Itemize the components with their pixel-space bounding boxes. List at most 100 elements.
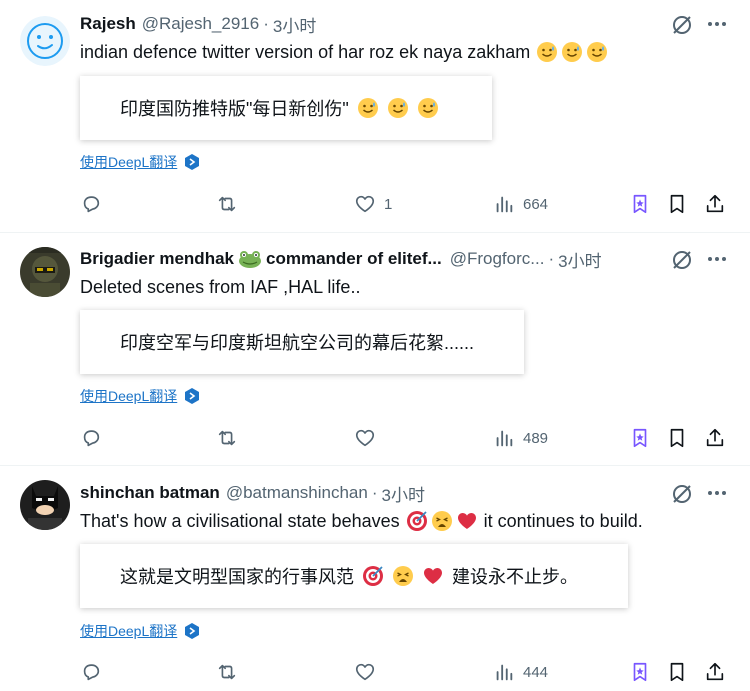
grok-icon[interactable]	[670, 13, 694, 37]
like-button[interactable]: 1	[354, 192, 392, 216]
heart-icon	[355, 663, 375, 681]
deepl-translate-link[interactable]: 使用DeepL翻译	[80, 152, 201, 172]
retweet-icon	[218, 664, 236, 680]
tweet-header: shinchan batman @batmanshinchan · 3小时	[80, 481, 680, 505]
dart-target-emoji-icon	[363, 566, 383, 586]
deepl-badge-icon	[185, 388, 200, 404]
avatar[interactable]	[20, 16, 70, 66]
retweet-button[interactable]	[216, 426, 246, 450]
dart-target-emoji-icon	[406, 511, 427, 531]
bookmark-icon	[670, 194, 684, 214]
bookmark-button[interactable]	[666, 660, 688, 684]
heart-icon	[355, 195, 375, 213]
retweet-button[interactable]	[216, 660, 246, 684]
views-button[interactable]: 489	[493, 426, 548, 450]
sweat-smile-emoji-icon	[587, 42, 608, 62]
grok-bookmark-icon	[633, 428, 647, 448]
like-count: 1	[384, 195, 393, 213]
share-button[interactable]	[704, 426, 726, 450]
red-heart-emoji-icon	[424, 568, 442, 584]
like-button[interactable]	[354, 660, 384, 684]
reply-icon	[83, 430, 100, 447]
retweet-icon	[218, 196, 236, 212]
sweat-smile-emoji-icon	[387, 98, 408, 118]
views-button[interactable]: 664	[493, 192, 548, 216]
deepl-label[interactable]: 使用DeepL翻译	[80, 386, 177, 406]
tweet-text-after: it continues to build.	[483, 511, 643, 531]
deepl-translate-link[interactable]: 使用DeepL翻译	[80, 386, 201, 406]
deepl-label[interactable]: 使用DeepL翻译	[80, 152, 177, 172]
translation-box: 印度空军与印度斯坦航空公司的幕后花絮......	[80, 310, 524, 374]
views-button[interactable]: 444	[493, 660, 548, 684]
sweat-smile-emoji-icon	[357, 98, 378, 118]
translation-text-before: 这就是文明型国家的行事风范	[120, 567, 354, 587]
action-bar: 1 664	[80, 192, 732, 216]
weary-face-emoji-icon	[393, 566, 413, 586]
frog-emoji-icon	[239, 251, 261, 268]
grok-icon[interactable]	[670, 482, 694, 506]
separator-dot: ·	[263, 14, 269, 33]
views-count: 664	[523, 195, 549, 213]
red-heart-emoji-icon	[457, 513, 476, 529]
grok-analyze-button[interactable]	[629, 660, 651, 684]
translation-box: 印度国防推特版"每日新创伤"	[80, 76, 492, 140]
tweet-text-content: Deleted scenes from IAF ,HAL life..	[80, 277, 361, 297]
sweat-smile-emoji-icon	[562, 42, 583, 62]
share-button[interactable]	[704, 192, 726, 216]
display-name[interactable]: shinchan batman	[80, 483, 220, 503]
translation-text: 印度空军与印度斯坦航空公司的幕后花絮......	[120, 333, 475, 353]
share-icon	[706, 194, 724, 213]
views-chart-icon	[496, 196, 513, 213]
separator-dot: ·	[548, 249, 555, 268]
tweet[interactable]: shinchan batman @batmanshinchan · 3小时 Th…	[0, 466, 750, 691]
reply-button[interactable]	[80, 192, 110, 216]
more-options-icon[interactable]	[706, 248, 728, 270]
bookmark-button[interactable]	[666, 426, 688, 450]
deepl-label[interactable]: 使用DeepL翻译	[80, 621, 177, 641]
deepl-translate-link[interactable]: 使用DeepL翻译	[80, 621, 201, 641]
share-icon	[706, 662, 724, 681]
tweet[interactable]: Rajesh @Rajesh_2916 · 3小时 indian defence…	[0, 0, 750, 232]
grok-analyze-button[interactable]	[629, 192, 651, 216]
retweet-button[interactable]	[216, 192, 246, 216]
action-bar: 444	[80, 660, 732, 684]
deepl-badge-icon	[185, 154, 200, 170]
sweat-smile-emoji-icon	[537, 42, 558, 62]
timestamp[interactable]: 3小时	[273, 12, 316, 36]
more-options-icon[interactable]	[706, 13, 728, 35]
reply-icon	[83, 196, 100, 213]
bookmark-icon	[670, 428, 684, 448]
grok-bookmark-icon	[633, 194, 647, 214]
grok-analyze-button[interactable]	[629, 426, 651, 450]
reply-button[interactable]	[80, 660, 110, 684]
views-chart-icon	[496, 664, 513, 681]
avatar[interactable]	[20, 247, 70, 297]
user-handle[interactable]: @Rajesh_2916	[142, 14, 259, 34]
reply-icon	[83, 664, 100, 681]
grok-icon[interactable]	[670, 248, 694, 272]
user-handle[interactable]: @Frogforc...	[450, 249, 545, 269]
tweet-header: Brigadier mendhak commander of elitef...…	[80, 247, 680, 271]
bookmark-button[interactable]	[666, 192, 688, 216]
display-name[interactable]: Brigadier mendhak	[80, 249, 234, 269]
action-bar: 489	[80, 426, 732, 450]
views-chart-icon	[496, 430, 513, 447]
display-name[interactable]: Rajesh	[80, 14, 136, 34]
views-count: 489	[523, 429, 549, 447]
translation-text: 印度国防推特版"每日新创伤"	[120, 99, 349, 119]
tweet-text-content: indian defence twitter version of har ro…	[80, 42, 531, 62]
timestamp[interactable]: 3小时	[558, 247, 601, 271]
avatar[interactable]	[20, 480, 70, 530]
more-options-icon[interactable]	[706, 482, 728, 504]
like-button[interactable]	[354, 426, 384, 450]
separator-dot: ·	[371, 483, 378, 502]
user-handle[interactable]: @batmanshinchan	[226, 483, 368, 503]
reply-button[interactable]	[80, 426, 110, 450]
bookmark-icon	[670, 662, 684, 682]
tweet[interactable]: Brigadier mendhak commander of elitef...…	[0, 233, 750, 465]
translation-box: 这就是文明型国家的行事风范 建设永不止步。	[80, 544, 628, 608]
display-name-suffix[interactable]: commander of elitef...	[266, 249, 442, 269]
share-button[interactable]	[704, 660, 726, 684]
timestamp[interactable]: 3小时	[382, 481, 425, 505]
retweet-icon	[218, 430, 236, 446]
